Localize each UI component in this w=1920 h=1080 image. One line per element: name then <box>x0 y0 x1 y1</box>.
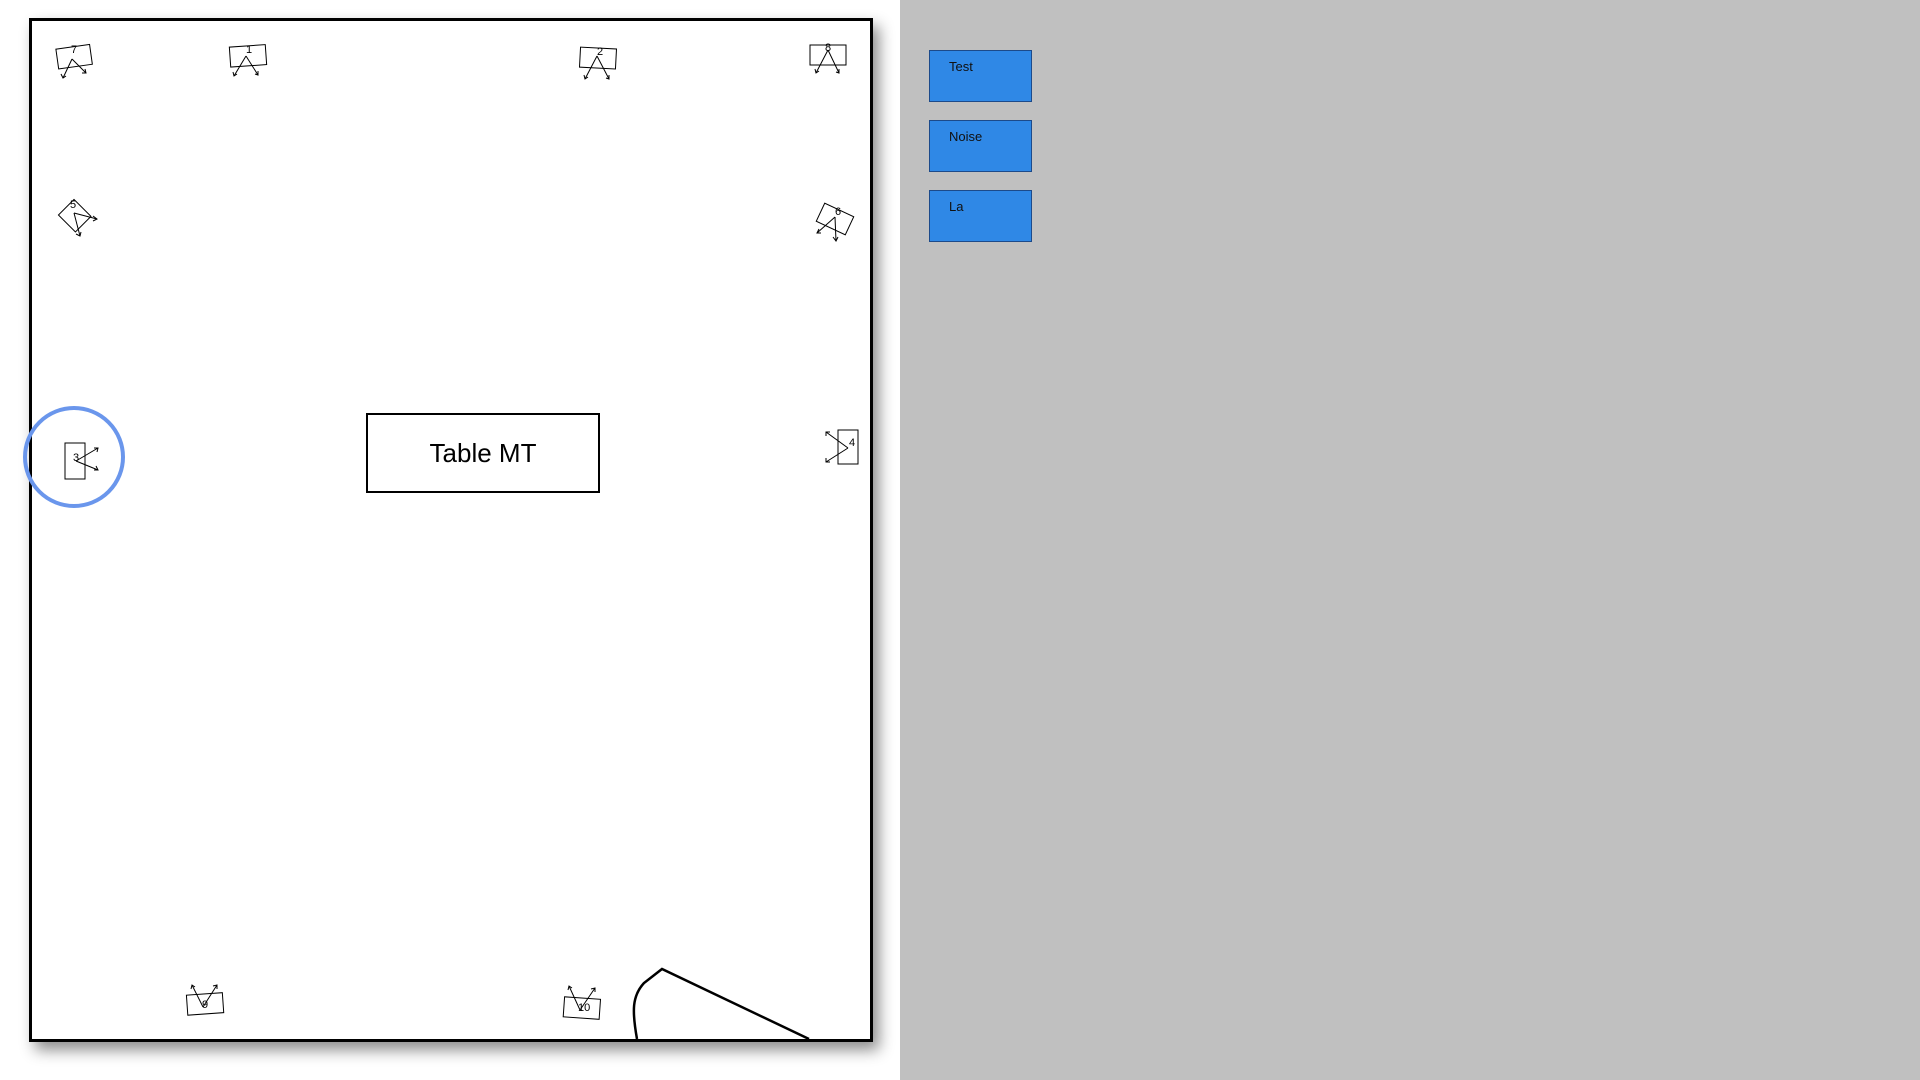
speaker-10[interactable]: 10 <box>559 979 609 1029</box>
speaker-4[interactable]: 4 <box>822 426 872 476</box>
speaker-number: 9 <box>202 999 209 1011</box>
speaker-7[interactable]: 7 <box>52 41 96 85</box>
speaker-number: 5 <box>70 199 77 211</box>
speaker-9[interactable]: 9 <box>182 976 232 1026</box>
table-label: Table MT <box>429 437 537 468</box>
speaker-number: 8 <box>825 42 832 54</box>
test-button[interactable]: Test <box>929 50 1032 102</box>
speaker-8[interactable]: 8 <box>808 41 852 85</box>
speaker-number: 4 <box>849 437 856 449</box>
room-outline-shape <box>632 967 810 1039</box>
table-mt[interactable]: Table MT <box>366 413 600 493</box>
la-button[interactable]: La <box>929 190 1032 242</box>
speaker-icon <box>815 202 855 242</box>
la-button-label: La <box>949 199 964 214</box>
curved-object-outline <box>632 967 810 1039</box>
room-floor-plan[interactable]: Table MT 7 1 2 8 5 6 3 4 9 10 <box>29 18 873 1042</box>
speaker-number: 10 <box>578 1002 591 1014</box>
speaker-6[interactable]: 6 <box>807 199 859 251</box>
speaker-number: 7 <box>71 44 78 56</box>
speaker-2[interactable]: 2 <box>577 43 621 87</box>
noise-button[interactable]: Noise <box>929 120 1032 172</box>
speaker-number: 1 <box>246 44 253 56</box>
speaker-icon <box>825 429 859 465</box>
speaker-icon <box>57 198 98 237</box>
noise-button-label: Noise <box>949 129 983 144</box>
selected-speaker-highlight <box>23 406 125 508</box>
speaker-1[interactable]: 1 <box>226 41 270 85</box>
control-panel <box>900 0 1920 1080</box>
speaker-number: 2 <box>597 46 604 58</box>
speaker-5[interactable]: 5 <box>50 191 102 243</box>
speaker-number: 6 <box>835 206 842 218</box>
test-button-label: Test <box>949 59 973 74</box>
